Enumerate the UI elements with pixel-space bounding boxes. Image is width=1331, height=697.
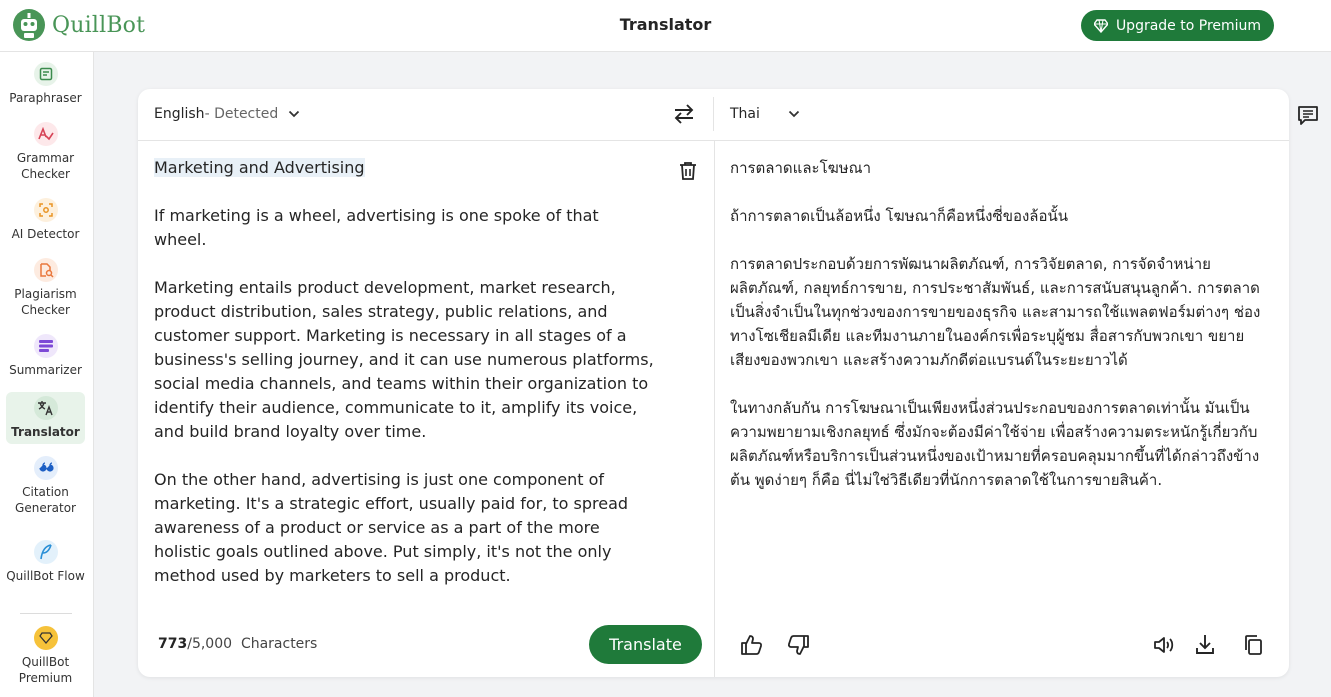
- sidebar-item-grammar-checker[interactable]: Grammar Checker: [6, 122, 85, 186]
- citation-generator-icon: [33, 456, 58, 480]
- quillbot-logo[interactable]: QuillBot: [12, 8, 145, 42]
- translator-card: English - Detected Thai Marketing and Ad…: [138, 89, 1289, 677]
- translator-icon: [33, 396, 58, 420]
- sidebar-item-paraphraser[interactable]: Paraphraser: [6, 62, 85, 112]
- character-counter: 773/5,000 Characters: [158, 636, 317, 652]
- chevron-down-icon: [788, 110, 800, 118]
- char-count-value: 773: [158, 636, 188, 652]
- sidebar-item-label: Grammar Checker: [16, 151, 75, 181]
- ai-detector-icon: [33, 198, 58, 222]
- chevron-down-icon: [288, 110, 300, 118]
- sidebar-item-ai-detector[interactable]: AI Detector: [6, 198, 85, 248]
- panel-divider: [714, 141, 715, 677]
- detected-label: - Detected: [204, 106, 279, 122]
- copy-icon[interactable]: [1240, 632, 1266, 658]
- page-title: Translator: [619, 15, 712, 34]
- source-paragraph: Marketing and Advertising: [154, 158, 365, 177]
- target-paragraph: การตลาดประกอบด้วยการพัฒนาผลิตภัณฑ์, การว…: [730, 255, 1261, 369]
- swap-languages-icon[interactable]: [673, 104, 695, 128]
- summarizer-icon: [33, 334, 58, 358]
- language-bar: English - Detected Thai: [138, 89, 1289, 141]
- sidebar-item-label: QuillBot Flow: [6, 569, 85, 583]
- sidebar-item-plagiarism-checker[interactable]: Plagiarism Checker: [6, 258, 85, 322]
- target-paragraph: ถ้าการตลาดเป็นล้อหนึ่ง โฆษณาก็คือหนึ่งซี…: [730, 207, 1068, 225]
- diamond-icon: [1093, 18, 1108, 33]
- source-paragraph: On the other hand, advertising is just o…: [154, 470, 629, 585]
- source-language-label: English: [154, 106, 205, 122]
- trash-icon[interactable]: [679, 161, 697, 185]
- source-text-input[interactable]: Marketing and Advertising If marketing i…: [154, 156, 654, 612]
- sidebar-item-summarizer[interactable]: Summarizer: [6, 334, 85, 384]
- logo-text: QuillBot: [52, 12, 146, 38]
- feedback-icon[interactable]: [1297, 105, 1319, 129]
- grammar-checker-icon: [33, 122, 58, 146]
- quillbot-robot-icon: [13, 9, 45, 41]
- sidebar-item-quillbot-premium[interactable]: QuillBot Premium: [6, 626, 85, 690]
- upgrade-label: Upgrade to Premium: [1115, 17, 1262, 34]
- target-paragraph: การตลาดและโฆษณา: [730, 159, 871, 177]
- sidebar-item-label: Citation Generator: [15, 485, 76, 515]
- sidebar-item-citation-generator[interactable]: Citation Generator: [6, 456, 85, 520]
- premium-gem-icon: [33, 626, 58, 650]
- target-paragraph: ในทางกลับกัน การโฆษณาเป็นเพียงหนึ่งส่วนป…: [730, 399, 1260, 489]
- sidebar-item-label: Plagiarism Checker: [14, 287, 77, 317]
- app-header: QuillBot Translator Upgrade to Premium: [0, 0, 1331, 52]
- source-paragraph: If marketing is a wheel, advertising is …: [154, 206, 599, 249]
- char-label: Characters: [240, 636, 318, 652]
- download-icon[interactable]: [1192, 632, 1218, 658]
- target-language-label: Thai: [730, 106, 760, 122]
- thumbs-up-icon[interactable]: [739, 632, 765, 658]
- sidebar-item-label: AI Detector: [11, 227, 80, 241]
- sidebar-item-label: Summarizer: [9, 363, 82, 377]
- sidebar: Paraphraser Grammar Checker AI Detector …: [0, 52, 94, 697]
- flow-icon: [33, 540, 58, 564]
- target-language-select[interactable]: Thai: [730, 106, 800, 122]
- translate-button[interactable]: Translate: [589, 625, 702, 664]
- upgrade-to-premium-button[interactable]: Upgrade to Premium: [1081, 10, 1274, 41]
- sidebar-item-label: Paraphraser: [9, 91, 82, 105]
- paraphraser-icon: [33, 62, 58, 86]
- sidebar-item-quillbot-flow[interactable]: QuillBot Flow: [6, 540, 85, 604]
- thumbs-down-icon[interactable]: [785, 632, 811, 658]
- sidebar-item-translator[interactable]: Translator: [6, 392, 85, 444]
- char-limit: /5,000: [187, 636, 233, 652]
- source-language-select[interactable]: English - Detected: [154, 106, 300, 122]
- sidebar-item-label: QuillBot Premium: [18, 655, 73, 685]
- translated-text-output: การตลาดและโฆษณา ถ้าการตลาดเป็นล้อหนึ่ง โ…: [730, 156, 1270, 516]
- plagiarism-checker-icon: [33, 258, 58, 282]
- sidebar-item-label: Translator: [11, 425, 80, 439]
- source-paragraph: Marketing entails product development, m…: [154, 278, 654, 441]
- language-divider: [713, 97, 714, 131]
- speaker-icon[interactable]: [1151, 632, 1177, 658]
- sidebar-divider: [20, 613, 72, 614]
